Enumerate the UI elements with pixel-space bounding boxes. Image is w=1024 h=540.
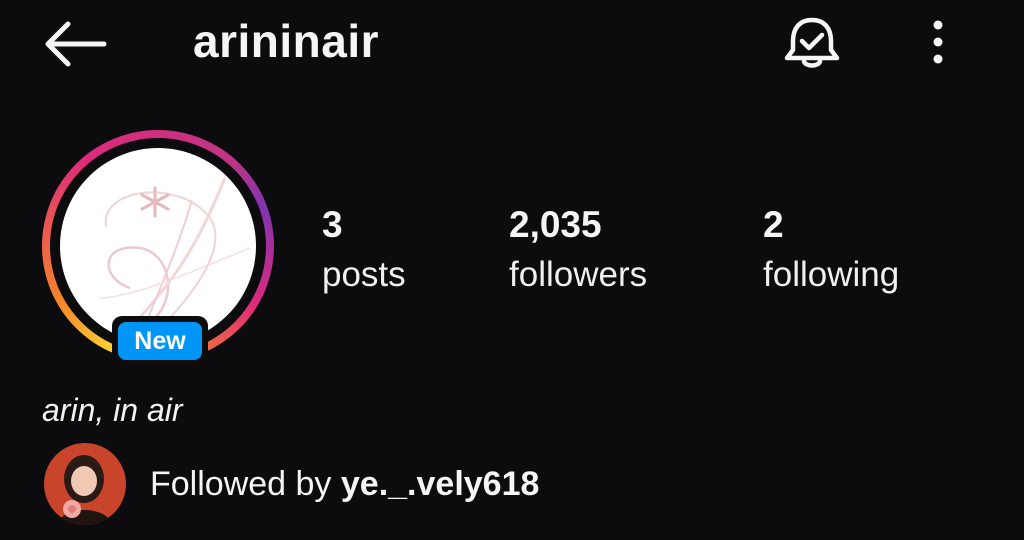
profile-username: arininair bbox=[193, 15, 380, 67]
follower-avatar[interactable] bbox=[44, 443, 126, 525]
bell-check-icon bbox=[784, 17, 840, 68]
more-vertical-icon bbox=[933, 20, 943, 64]
followers-count: 2,035 bbox=[509, 204, 602, 245]
followed-by-prefix: Followed by bbox=[150, 465, 332, 503]
following-count: 2 bbox=[763, 204, 784, 245]
posts-count: 3 bbox=[322, 204, 343, 245]
notifications-button[interactable] bbox=[780, 14, 844, 74]
new-badge: New bbox=[112, 316, 208, 364]
stat-following[interactable]: 2 following bbox=[763, 200, 899, 300]
follower-avatar-image bbox=[44, 443, 126, 525]
arrow-left-icon bbox=[45, 21, 107, 67]
following-label: following bbox=[763, 255, 900, 294]
more-options-button[interactable] bbox=[920, 14, 956, 70]
back-button[interactable] bbox=[40, 16, 110, 72]
stat-followers[interactable]: 2,035 followers bbox=[509, 200, 647, 300]
followed-by-text: Followed by ye._.vely618 bbox=[150, 461, 539, 507]
followers-label: followers bbox=[509, 255, 648, 294]
avatar-image bbox=[60, 148, 256, 344]
posts-label: posts bbox=[322, 255, 406, 294]
followed-by-username[interactable]: ye._.vely618 bbox=[341, 465, 540, 503]
stat-posts[interactable]: 3 posts bbox=[322, 200, 406, 300]
avatar-artwork bbox=[99, 177, 251, 340]
new-badge-label: New bbox=[118, 322, 202, 360]
profile-avatar[interactable]: New bbox=[38, 128, 278, 368]
display-name: arin, in air bbox=[42, 392, 183, 428]
